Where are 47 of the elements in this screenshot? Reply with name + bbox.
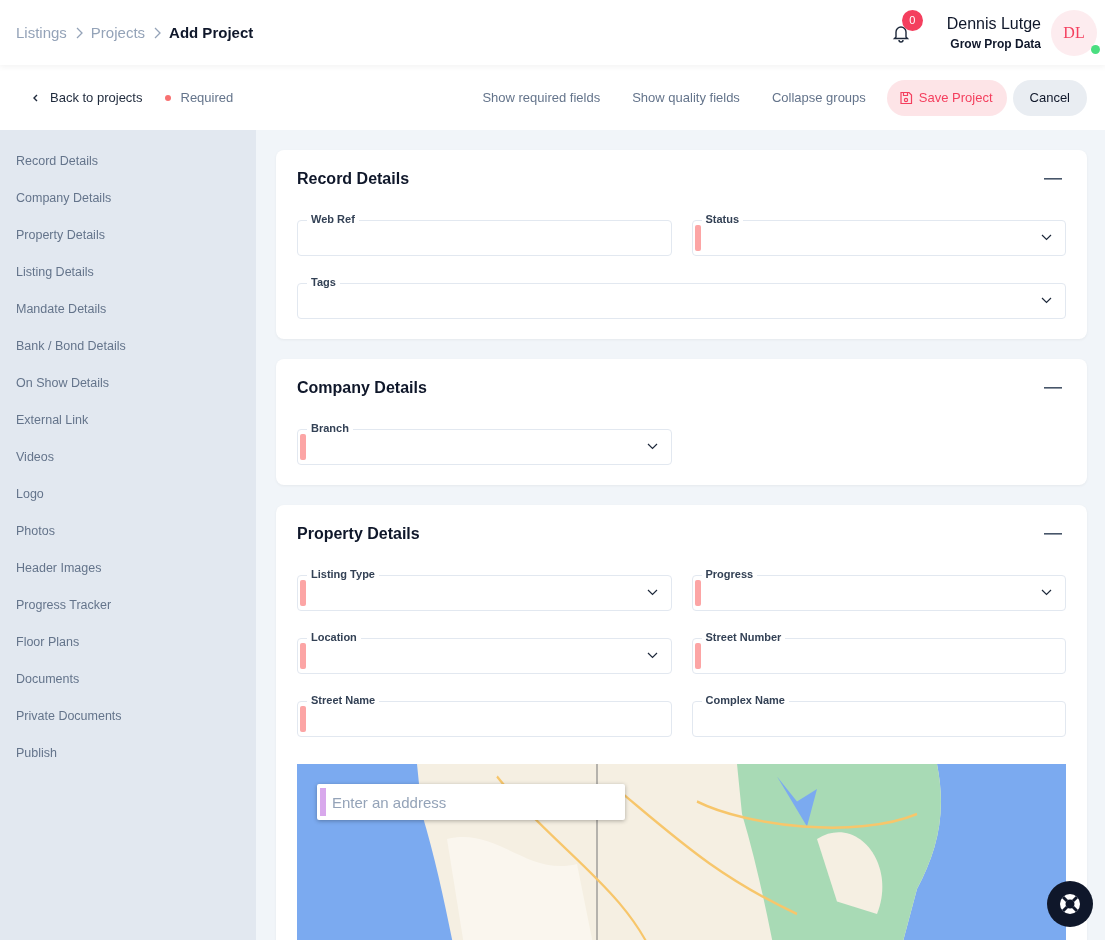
user-avatar[interactable]: DL: [1051, 9, 1097, 56]
section-title: Property Details: [297, 525, 420, 543]
sidebar-item[interactable]: Documents: [0, 660, 256, 697]
chevron-down-icon: [646, 589, 658, 596]
required-dot: [164, 94, 171, 101]
sidebar-item[interactable]: Videos: [0, 438, 256, 475]
sidebar-item[interactable]: Progress Tracker: [0, 586, 256, 623]
breadcrumb-link[interactable]: Projects: [90, 24, 146, 41]
sidebar-item[interactable]: Publish: [0, 734, 256, 771]
chevron-down-icon: [1041, 234, 1052, 241]
toolbar-link[interactable]: Collapse groups: [771, 90, 866, 105]
sidebar-item[interactable]: Mandate Details: [0, 290, 256, 327]
sidebar-item[interactable]: Logo: [0, 475, 256, 512]
section-title: Company Details: [297, 379, 427, 397]
back-link[interactable]: Back to projects: [32, 90, 143, 105]
chevron-down-icon: [646, 652, 658, 659]
user-name: Dennis Lutge: [946, 14, 1041, 33]
lifebuoy-icon: [1057, 891, 1083, 917]
breadcrumb-link[interactable]: Listings: [16, 24, 67, 41]
sidebar-item[interactable]: On Show Details: [0, 364, 256, 401]
chevron-down-icon: [646, 443, 658, 450]
chevron-down-icon: [1041, 589, 1052, 596]
address-field[interactable]: Enter an address: [317, 784, 625, 820]
sidebar-item[interactable]: Photos: [0, 512, 256, 549]
sidebar-item[interactable]: Header Images: [0, 549, 256, 586]
toolbar-link[interactable]: Show quality fields: [632, 90, 740, 105]
breadcrumb-link[interactable]: Add Project: [169, 24, 254, 41]
sidebar-item[interactable]: Listing Details: [0, 253, 256, 290]
required-legend: Required: [180, 90, 234, 105]
sidebar-item[interactable]: Bank / Bond Details: [0, 327, 256, 364]
section-title: Record Details: [297, 170, 410, 188]
cancel-button[interactable]: Cancel: [1012, 79, 1087, 116]
chevron-right-icon: [153, 26, 162, 39]
sidebar-item[interactable]: Private Documents: [0, 697, 256, 734]
chevron-left-icon: [32, 92, 40, 103]
sidebar-item[interactable]: Company Details: [0, 179, 256, 216]
sidebar-item[interactable]: Floor Plans: [0, 623, 256, 660]
save-icon: [898, 90, 913, 105]
sidebar-item[interactable]: Record Details: [0, 142, 256, 179]
sidebar-item[interactable]: Property Details: [0, 216, 256, 253]
chevron-right-icon: [74, 26, 83, 39]
chevron-down-icon: [1041, 297, 1052, 304]
sidebar-item[interactable]: External Link: [0, 401, 256, 438]
company-name: Grow Prop Data: [949, 36, 1041, 51]
toolbar-link[interactable]: Show required fields: [482, 90, 601, 105]
save-button[interactable]: Save Project: [886, 79, 1007, 116]
notification-badge: 0: [901, 9, 923, 31]
